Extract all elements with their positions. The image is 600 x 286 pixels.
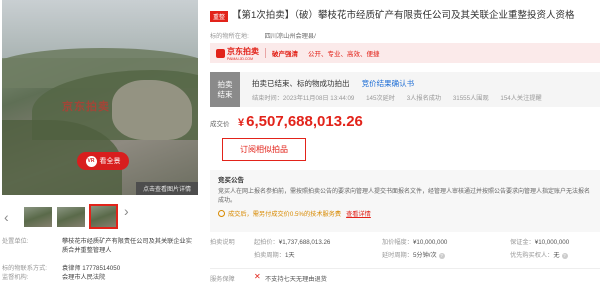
auction-notice: 竞买公告 竞买人在网上报名参拍前，需按照拍卖公告的要求向管理人提交书面报名文件，…	[210, 170, 600, 232]
page-title: 【第1次拍卖】（破）攀枝花市经质矿产有限责任公司及其关联企业重整投资人资格	[232, 10, 575, 21]
help-icon[interactable]: ?	[561, 253, 568, 259]
info-label: 处置单位:	[2, 238, 29, 245]
status-text: 拍卖已结束、标的物成功拍出	[252, 79, 350, 88]
reminder-count: 154人关注提醒	[500, 95, 542, 102]
deposit: 保证金：¥10,000,000	[510, 239, 570, 246]
jd-auction-logo[interactable]: 京东拍卖 PAIMAI.JD.COM	[216, 46, 259, 61]
notice-text: 竞买人在网上报名参拍前，需按照拍卖公告的要求向管理人提交书面报名文件，经管理人审…	[218, 189, 591, 204]
status-message: 拍卖已结束、标的物成功拍出 竞价结果确认书	[252, 78, 414, 89]
thumbnail-selected[interactable]	[89, 204, 118, 229]
brand-banner: 京东拍卖 PAIMAI.JD.COM 破产强清 公开、专业、高效、便捷	[210, 43, 600, 63]
info-value: 会理市人民法院	[62, 274, 106, 281]
panorama-button[interactable]: VR 看全景	[77, 152, 129, 170]
auction-cycle: 拍卖周期：1天	[254, 252, 295, 259]
cross-icon: ✕	[254, 272, 261, 281]
divider	[210, 268, 600, 269]
final-price: ¥6,507,688,013.26	[238, 113, 363, 130]
auction-status: 拍卖 结束 拍卖已结束、标的物成功拍出 竞价结果确认书 结束时间：2023年11月…	[210, 72, 600, 107]
image-watermark: 京东拍卖	[62, 101, 110, 113]
delay-cycle: 延时周期：5分钟/次?	[382, 252, 445, 259]
view-details-link[interactable]: 查看详情	[346, 209, 371, 218]
location-row: 标的物所在地: 四川凉山州会理县/	[210, 31, 316, 40]
info-value[interactable]: 攀枝花市经质矿产有限责任公司及其关联企业实质合并重整管理人	[62, 237, 198, 255]
notice-title: 竞买公告	[218, 177, 244, 184]
service-label: 服务保障	[210, 276, 235, 283]
brand-name: 京东拍卖	[227, 46, 259, 56]
view-count: 31555人围观	[452, 95, 489, 102]
status-side-label: 拍卖 结束	[210, 72, 240, 107]
service-fee-line: 成交后，需另付成交价0.5%的技术服务费 查看详情	[218, 209, 592, 218]
vr-icon: VR	[85, 155, 97, 167]
view-image-details-button[interactable]: 点击查看图片详情	[136, 182, 198, 195]
signup-count: 3人报名成功	[406, 95, 442, 102]
status-stats: 结束时间：2023年11月08日 13:44:09 145次延时 3人报名成功 …	[252, 93, 552, 102]
jd-logo-icon	[216, 48, 225, 58]
service-fee-text: 成交后，需另付成交价0.5%的技术服务费	[228, 211, 342, 218]
info-label: 标的物联系方式:	[2, 265, 48, 272]
panorama-label: 看全景	[99, 158, 121, 165]
brand-sub: PAIMAI.JD.COM	[227, 56, 253, 61]
param-row-2: 拍卖周期：1天 延时周期：5分钟/次? 优先购买权人：无?	[210, 250, 600, 259]
info-circle-icon	[218, 210, 225, 217]
result-confirmation-link[interactable]: 竞价结果确认书	[362, 79, 415, 88]
main-image[interactable]: 京东拍卖 VR 看全景 点击查看图片详情	[2, 0, 198, 195]
bid-count: 145次延时	[366, 95, 395, 102]
info-value: 袁律师 17778514050	[62, 265, 121, 272]
auction-detail-page: 京东拍卖 VR 看全景 点击查看图片详情 ‹ › 处置单位: 攀枝花市经质矿产有…	[0, 0, 600, 286]
thumbnail[interactable]	[57, 207, 85, 227]
location-value: 四川凉山州会理县/	[264, 33, 316, 40]
increment: 加价幅度：¥10,000,000	[382, 239, 448, 246]
thumbnail[interactable]	[24, 207, 52, 227]
image-quarry	[112, 80, 192, 140]
location-label: 标的物所在地:	[210, 33, 249, 40]
currency-symbol: ¥	[238, 117, 245, 129]
info-row-supervisor: 监督机构: 会理市人民法院	[2, 273, 198, 282]
help-icon[interactable]: ?	[438, 253, 445, 259]
info-row-disposer: 处置单位: 攀枝花市经质矿产有限责任公司及其关联企业实质合并重整管理人	[2, 237, 198, 255]
brand-tag: 破产强清	[272, 51, 298, 58]
thumbnail-strip: ‹ ›	[2, 204, 198, 230]
param-row-1: 拍卖说明 起拍价：¥1,737,688,013.26 加价幅度：¥10,000,…	[210, 237, 600, 246]
info-row-contact: 标的物联系方式: 袁律师 17778514050	[2, 264, 198, 273]
service-text: 不支持七天无理由退货	[265, 276, 327, 283]
final-price-row: 成交价 ¥6,507,688,013.26	[210, 113, 363, 130]
reorganization-badge: 重整	[210, 11, 229, 22]
end-time: 结束时间：2023年11月08日 13:44:09	[252, 95, 355, 102]
price-amount: 6,507,688,013.26	[246, 113, 363, 130]
params-section-label: 拍卖说明	[210, 239, 235, 246]
brand-slogan: 公开、专业、高效、便捷	[308, 51, 380, 58]
subscribe-similar-button[interactable]: 订阅相似拍品	[222, 138, 306, 161]
divider	[265, 48, 266, 58]
seller-info: 处置单位: 攀枝花市经质矿产有限责任公司及其关联企业实质合并重整管理人 标的物联…	[2, 237, 198, 282]
priority-buyer: 优先购买权人：无?	[510, 252, 568, 259]
info-label: 监督机构:	[2, 274, 29, 281]
price-label: 成交价	[210, 121, 230, 128]
start-price: 起拍价：¥1,737,688,013.26	[254, 239, 331, 246]
title-row: 重整 【第1次拍卖】（破）攀枝花市经质矿产有限责任公司及其关联企业重整投资人资格	[210, 10, 600, 22]
chevron-left-icon[interactable]: ‹	[4, 210, 9, 224]
